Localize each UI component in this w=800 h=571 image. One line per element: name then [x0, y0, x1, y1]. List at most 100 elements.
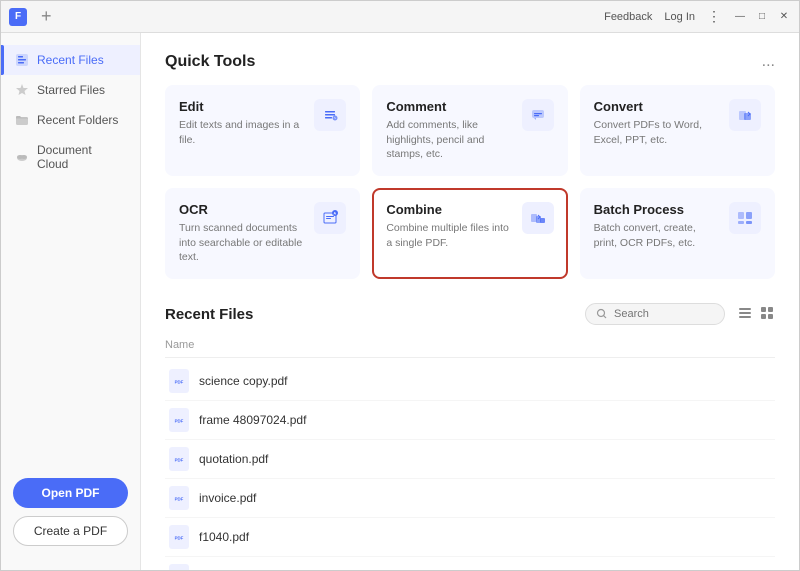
sidebar-bottom: Open PDF Create a PDF — [1, 466, 140, 558]
pdf-icon: PDF — [169, 564, 189, 570]
feedback-button[interactable]: Feedback — [604, 11, 652, 23]
pdf-icon: PDF — [169, 447, 189, 471]
sidebar-label-document-cloud: Document Cloud — [37, 143, 126, 171]
ocr-tool-icon: A — [314, 202, 346, 234]
main-content: Quick Tools ... Edit Edit texts and imag… — [141, 33, 799, 570]
pdf-icon: PDF — [169, 486, 189, 510]
tool-batch-title: Batch Process — [594, 202, 721, 217]
file-item[interactable]: PDF quotation.pdf — [165, 440, 775, 479]
files-list: Name PDF science copy.pdf — [165, 335, 775, 570]
tool-card-comment[interactable]: Comment Add comments, like highlights, p… — [372, 85, 567, 176]
svg-text:PDF: PDF — [175, 536, 184, 541]
search-input[interactable] — [614, 308, 714, 320]
combine-tool-icon — [522, 202, 554, 234]
sidebar-label-starred-files: Starred Files — [37, 83, 105, 97]
tool-convert-title: Convert — [594, 99, 721, 114]
svg-text:PDF: PDF — [175, 458, 184, 463]
convert-tool-icon — [729, 99, 761, 131]
tool-comment-title: Comment — [386, 99, 513, 114]
tool-combine-desc: Combine multiple files into a single PDF… — [386, 221, 513, 250]
pdf-icon: PDF — [169, 369, 189, 393]
list-view-button[interactable] — [737, 305, 753, 324]
window-controls: — □ ✕ — [733, 10, 791, 24]
comment-tool-icon — [522, 99, 554, 131]
tool-card-comment-text: Comment Add comments, like highlights, p… — [386, 99, 513, 162]
tool-combine-title: Combine — [386, 202, 513, 217]
file-item[interactable]: PDF invoice.pdf — [165, 479, 775, 518]
login-button[interactable]: Log In — [664, 11, 695, 23]
new-tab-button[interactable]: + — [35, 4, 58, 29]
titlebar-more-button[interactable]: ⋮ — [707, 8, 721, 25]
tool-card-convert[interactable]: Convert Convert PDFs to Word, Excel, PPT… — [580, 85, 775, 176]
sidebar-label-recent-folders: Recent Folders — [37, 113, 118, 127]
quick-tools-more-button[interactable]: ... — [762, 53, 775, 71]
files-column-header: Name — [165, 335, 775, 358]
tool-card-combine[interactable]: Combine Combine multiple files into a si… — [372, 188, 567, 279]
recent-files-section: Recent Files — [165, 303, 775, 570]
tool-comment-desc: Add comments, like highlights, pencil an… — [386, 118, 513, 162]
quick-tools-title: Quick Tools — [165, 53, 255, 71]
tool-edit-desc: Edit texts and images in a file. — [179, 118, 306, 147]
recent-files-title: Recent Files — [165, 306, 253, 323]
tool-edit-title: Edit — [179, 99, 306, 114]
titlebar: F + Feedback Log In ⋮ — □ ✕ — [1, 1, 799, 33]
svg-text:PDF: PDF — [175, 419, 184, 424]
tool-card-batch-text: Batch Process Batch convert, create, pri… — [594, 202, 721, 250]
file-name: quotation.pdf — [199, 452, 268, 466]
tool-card-ocr[interactable]: OCR Turn scanned documents into searchab… — [165, 188, 360, 279]
pdf-icon: PDF — [169, 525, 189, 549]
search-icon — [596, 308, 608, 320]
grid-view-button[interactable] — [759, 305, 775, 324]
tools-grid: Edit Edit texts and images in a file. — [165, 85, 775, 279]
file-name: invoice.pdf — [199, 491, 256, 505]
pdf-icon: PDF — [169, 408, 189, 432]
tool-convert-desc: Convert PDFs to Word, Excel, PPT, etc. — [594, 118, 721, 147]
edit-tool-icon — [314, 99, 346, 131]
file-item[interactable]: PDF science copy.pdf — [165, 362, 775, 401]
quick-tools-header: Quick Tools ... — [165, 53, 775, 71]
recent-files-icon — [15, 53, 29, 67]
app-icon: F — [9, 8, 27, 26]
recent-controls — [585, 303, 775, 325]
open-pdf-button[interactable]: Open PDF — [13, 478, 128, 508]
tool-card-batch-process[interactable]: Batch Process Batch convert, create, pri… — [580, 188, 775, 279]
sidebar-item-document-cloud[interactable]: Document Cloud — [1, 135, 140, 179]
svg-text:PDF: PDF — [175, 497, 184, 502]
sidebar-label-recent-files: Recent Files — [37, 53, 104, 67]
maximize-button[interactable]: □ — [755, 10, 769, 24]
recent-files-header: Recent Files — [165, 303, 775, 325]
file-name: frame 48097024.pdf — [199, 413, 306, 427]
sidebar: Recent Files Starred Files Recent Folder… — [1, 33, 141, 570]
sidebar-item-recent-folders[interactable]: Recent Folders — [1, 105, 140, 135]
svg-text:PDF: PDF — [175, 380, 184, 385]
file-item[interactable]: PDF edit-copy.pdf — [165, 557, 775, 570]
file-name: edit-copy.pdf — [199, 569, 267, 570]
titlebar-left: F + — [9, 4, 58, 29]
file-item[interactable]: PDF frame 48097024.pdf — [165, 401, 775, 440]
document-cloud-icon — [15, 150, 29, 164]
sidebar-item-recent-files[interactable]: Recent Files — [1, 45, 140, 75]
sidebar-item-starred-files[interactable]: Starred Files — [1, 75, 140, 105]
titlebar-right: Feedback Log In ⋮ — □ ✕ — [604, 8, 791, 25]
file-name: science copy.pdf — [199, 374, 288, 388]
tool-card-edit[interactable]: Edit Edit texts and images in a file. — [165, 85, 360, 176]
tool-card-ocr-text: OCR Turn scanned documents into searchab… — [179, 202, 306, 265]
minimize-button[interactable]: — — [733, 10, 747, 24]
tool-ocr-desc: Turn scanned documents into searchable o… — [179, 221, 306, 265]
starred-files-icon — [15, 83, 29, 97]
close-button[interactable]: ✕ — [777, 10, 791, 24]
tool-card-convert-text: Convert Convert PDFs to Word, Excel, PPT… — [594, 99, 721, 147]
app-window: F + Feedback Log In ⋮ — □ ✕ — [0, 0, 800, 571]
tool-card-edit-text: Edit Edit texts and images in a file. — [179, 99, 306, 147]
view-controls — [737, 305, 775, 324]
tool-ocr-title: OCR — [179, 202, 306, 217]
main-area: Recent Files Starred Files Recent Folder… — [1, 33, 799, 570]
file-item[interactable]: PDF f1040.pdf — [165, 518, 775, 557]
batch-tool-icon — [729, 202, 761, 234]
recent-folders-icon — [15, 113, 29, 127]
search-bar[interactable] — [585, 303, 725, 325]
create-pdf-button[interactable]: Create a PDF — [13, 516, 128, 546]
file-name: f1040.pdf — [199, 530, 249, 544]
tool-card-combine-text: Combine Combine multiple files into a si… — [386, 202, 513, 250]
tool-batch-desc: Batch convert, create, print, OCR PDFs, … — [594, 221, 721, 250]
